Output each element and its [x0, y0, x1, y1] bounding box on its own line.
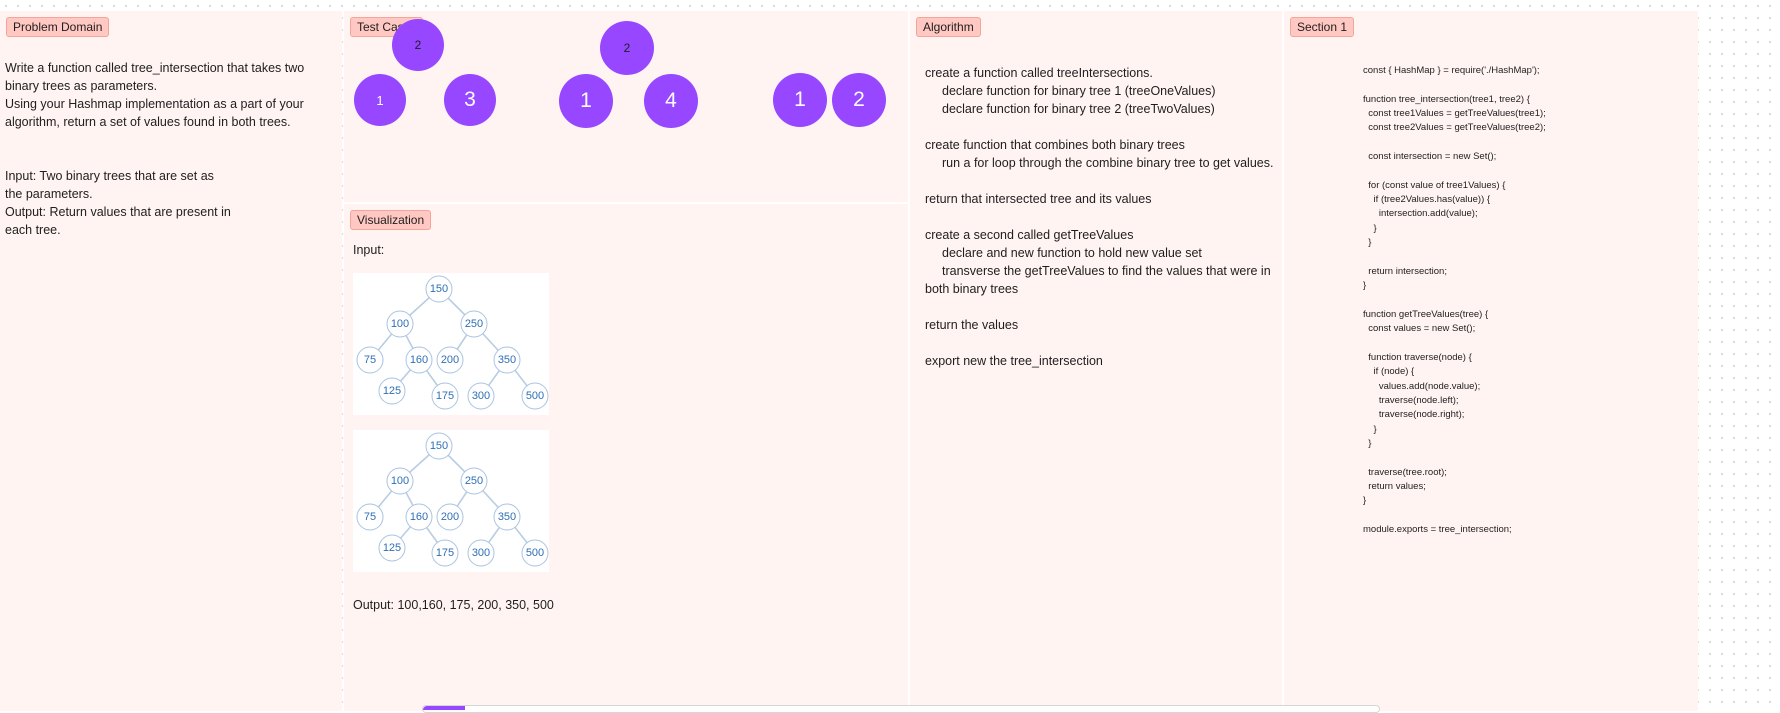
- tree-node-value: 175: [435, 390, 455, 402]
- tree-node-value: 150: [429, 440, 449, 452]
- tree-node-value: 100: [390, 318, 410, 330]
- visualization-section: Visualization Input: 150 100 250 75 160 200 35…: [344, 204, 908, 711]
- algorithm-step: declare function for binary tree 2 (tree…: [942, 102, 1215, 116]
- tree-node-value: 175: [435, 547, 455, 559]
- algorithm-step: create a second called getTreeValues: [925, 228, 1134, 242]
- input-tree-image-1[interactable]: 150 100 250 75 160 200 350 125 175 300 500: [353, 273, 549, 415]
- problem-line: Using your Hashmap implementation as a p…: [5, 97, 304, 111]
- toolbar-active-indicator: [423, 706, 465, 710]
- tree-node-value: 250: [464, 318, 484, 330]
- tree-node-value: 200: [440, 511, 460, 523]
- input-tree-image-2[interactable]: 150 100 250 75 160 200 350 125 175 300 500: [353, 430, 549, 572]
- tree-node-value: 125: [382, 542, 402, 554]
- algorithm-steps[interactable]: create a function called treeIntersectio…: [925, 64, 1280, 370]
- code-block[interactable]: const { HashMap } = require('./HashMap')…: [1363, 64, 1546, 537]
- algorithm-step: create a function called treeIntersectio…: [925, 66, 1153, 80]
- section-label-algorithm[interactable]: Algorithm: [916, 17, 981, 37]
- tree-node-value: 300: [471, 390, 491, 402]
- tree-node-value: 350: [497, 511, 517, 523]
- tree-node-value: 200: [440, 354, 460, 366]
- section-label-code[interactable]: Section 1: [1290, 17, 1355, 37]
- algorithm-step: run a for loop through the combine binar…: [942, 156, 1274, 170]
- tree-node-value: 75: [363, 511, 377, 523]
- tree-node-value: 160: [409, 354, 429, 366]
- problem-io-line: Output: Return values that are present i…: [5, 205, 231, 219]
- algorithm-step: declare and new function to hold new val…: [942, 246, 1202, 260]
- bottom-toolbar[interactable]: [422, 705, 1380, 713]
- algorithm-step: create function that combines both binar…: [925, 138, 1185, 152]
- tree-node-value: 250: [464, 475, 484, 487]
- test-node-circle[interactable]: 2: [600, 21, 654, 75]
- problem-line: binary trees as parameters.: [5, 79, 158, 93]
- problem-domain-section: Problem Domain Write a function called t…: [0, 11, 342, 711]
- test-node-circle[interactable]: 2: [832, 73, 886, 127]
- algorithm-step: declare function for binary tree 1 (tree…: [942, 84, 1216, 98]
- test-node-circle[interactable]: 4: [644, 74, 698, 128]
- tree-node-value: 160: [409, 511, 429, 523]
- problem-io-line: Input: Two binary trees that are set as: [5, 169, 214, 183]
- test-node-circle[interactable]: 1: [354, 74, 406, 126]
- algorithm-step: transverse the getTreeValues to find the…: [942, 264, 1271, 278]
- section-label-visualization[interactable]: Visualization: [350, 210, 432, 230]
- test-node-circle[interactable]: 2: [392, 19, 444, 71]
- test-node-circle[interactable]: 3: [444, 74, 496, 126]
- input-label[interactable]: Input:: [353, 242, 384, 258]
- tree-node-value: 500: [525, 390, 545, 402]
- algorithm-step: return the values: [925, 318, 1019, 332]
- tree-node-value: 300: [471, 547, 491, 559]
- test-node-circle[interactable]: 1: [559, 74, 613, 128]
- algorithm-step: both binary trees: [925, 282, 1019, 296]
- tree-node-value: 125: [382, 385, 402, 397]
- problem-io-line: each tree.: [5, 223, 61, 237]
- tree-node-value: 500: [525, 547, 545, 559]
- tree-node-value: 350: [497, 354, 517, 366]
- problem-line: Write a function called tree_intersectio…: [5, 61, 305, 75]
- algorithm-step: return that intersected tree and its val…: [925, 192, 1152, 206]
- problem-line: algorithm, return a set of values found …: [5, 115, 291, 129]
- test-node-circle[interactable]: 1: [773, 73, 827, 127]
- tree-node-value: 100: [390, 475, 410, 487]
- tree-node-value: 150: [429, 283, 449, 295]
- test-cases-section: Test Cases 2 1 3 2 1 4 1 2: [344, 11, 908, 202]
- tree-node-value: 75: [363, 354, 377, 366]
- output-label[interactable]: Output: 100,160, 175, 200, 350, 500: [353, 597, 554, 613]
- problem-description[interactable]: Write a function called tree_intersectio…: [5, 59, 305, 239]
- problem-io-line: the parameters.: [5, 187, 93, 201]
- algorithm-step: export new the tree_intersection: [925, 354, 1103, 368]
- section-label-problem-domain[interactable]: Problem Domain: [6, 17, 110, 37]
